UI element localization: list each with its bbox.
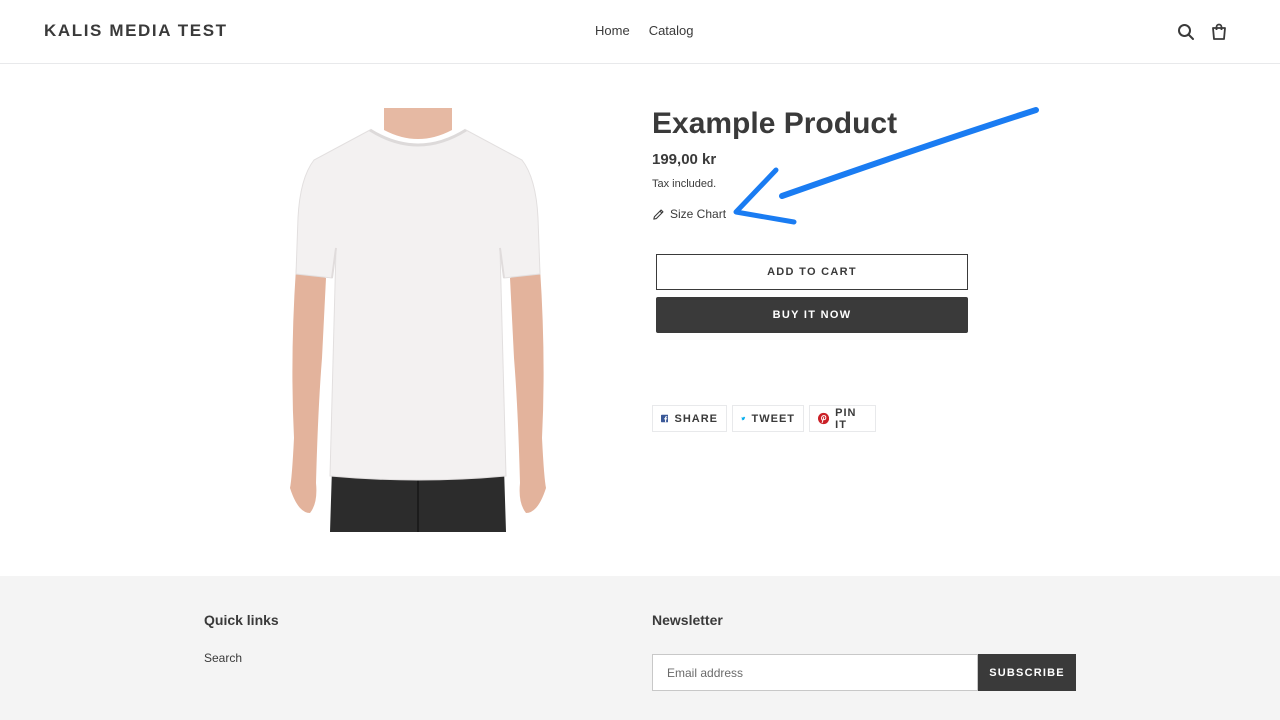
share-facebook-label: SHARE — [674, 412, 718, 425]
site-header: KALIS MEDIA TEST Home Catalog — [0, 0, 1280, 64]
product-price: 199,00 kr — [652, 151, 717, 168]
social-share: SHARE TWEET PIN IT — [652, 405, 876, 432]
share-pinterest-button[interactable]: PIN IT — [809, 405, 876, 432]
tax-note: Tax included. — [652, 178, 717, 190]
facebook-icon — [661, 414, 669, 423]
newsletter-heading: Newsletter — [652, 612, 723, 628]
quick-links-heading: Quick links — [204, 612, 279, 628]
share-twitter-label: TWEET — [751, 412, 795, 425]
nav-item-home[interactable]: Home — [595, 23, 630, 38]
share-facebook-button[interactable]: SHARE — [652, 405, 727, 432]
cart-icon[interactable] — [1209, 22, 1229, 42]
footer-link-search[interactable]: Search — [204, 651, 242, 665]
size-chart-label: Size Chart — [670, 207, 727, 221]
pinterest-icon — [818, 412, 830, 425]
main-nav: Home Catalog — [595, 23, 694, 38]
product-image — [290, 108, 546, 532]
site-title[interactable]: KALIS MEDIA TEST — [44, 21, 228, 41]
size-chart-link[interactable]: Size Chart — [652, 207, 726, 221]
search-icon[interactable] — [1176, 22, 1196, 42]
nav-item-catalog[interactable]: Catalog — [649, 23, 694, 38]
share-pinterest-label: PIN IT — [835, 406, 857, 431]
product-title: Example Product — [652, 107, 898, 140]
site-footer: Quick links Search Newsletter SUBSCRIBE — [0, 576, 1280, 720]
subscribe-button[interactable]: SUBSCRIBE — [978, 654, 1076, 691]
pencil-icon — [653, 208, 664, 220]
email-field[interactable] — [652, 654, 978, 691]
share-twitter-button[interactable]: TWEET — [732, 405, 804, 432]
add-to-cart-button[interactable]: ADD TO CART — [656, 254, 968, 290]
buy-it-now-button[interactable]: BUY IT NOW — [656, 297, 968, 333]
twitter-icon — [741, 416, 746, 421]
